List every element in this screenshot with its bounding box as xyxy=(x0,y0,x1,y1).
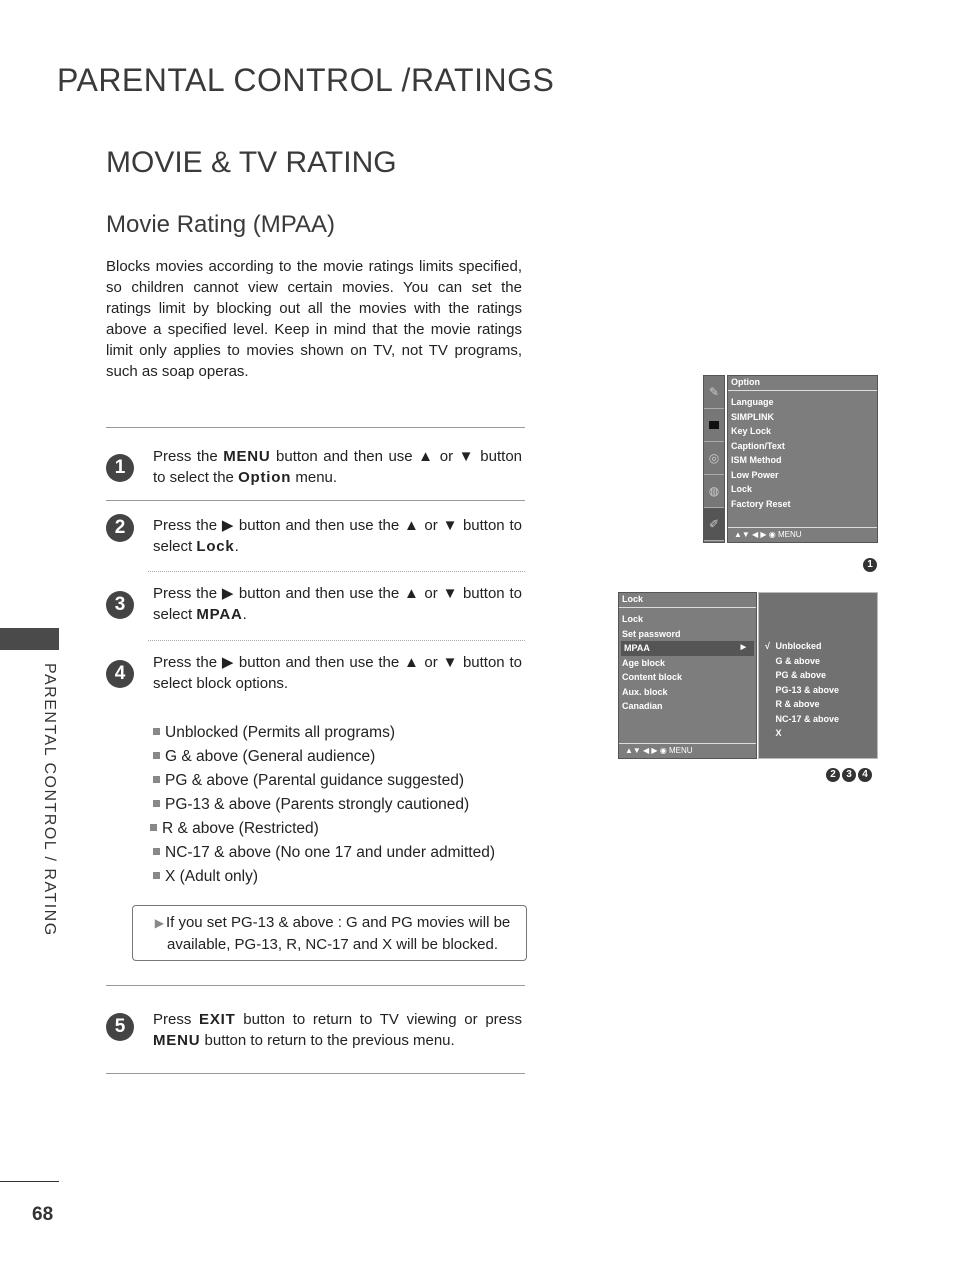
step-badge: 4 xyxy=(858,768,872,782)
osd-title: Option xyxy=(728,376,877,391)
divider xyxy=(148,571,525,572)
osd-menu-item[interactable]: Factory Reset xyxy=(728,497,877,512)
step-4-text: Press the ▶ button and then use the ▲ or… xyxy=(153,654,522,692)
list-item: PG & above (Parental guidance suggested) xyxy=(153,769,495,793)
osd-menu-item-selected[interactable]: MPAA ▶ xyxy=(621,641,754,656)
option-tools-icon: ✐ xyxy=(704,508,724,541)
speaker-icon: ◎ xyxy=(704,442,724,475)
osd-step-badges: 2 3 4 xyxy=(826,768,872,782)
osd-submenu-item[interactable]: R & above xyxy=(765,697,839,712)
divider xyxy=(148,640,525,641)
osd-menu-item[interactable]: Caption/Text xyxy=(728,439,877,454)
section-title: MOVIE & TV RATING xyxy=(106,146,397,179)
osd-submenu-item[interactable]: NC-17 & above xyxy=(765,712,840,727)
osd-menu-item[interactable]: ISM Method xyxy=(728,453,877,468)
osd-nav-hint: ▲▼ ◀ ▶ ◉ MENU xyxy=(728,527,877,542)
step-number: 3 xyxy=(106,591,134,619)
osd-menu-item[interactable]: Canadian xyxy=(619,699,756,714)
triangle-right-icon: ▶ xyxy=(154,916,164,930)
step-badge: 1 xyxy=(863,558,877,572)
clock-icon: ◍ xyxy=(704,475,724,508)
list-item: NC-17 & above (No one 17 and under admit… xyxy=(153,841,495,865)
step-badge: 3 xyxy=(842,768,856,782)
bullet-icon xyxy=(153,848,160,855)
mpaa-label: MPAA xyxy=(196,606,243,623)
divider xyxy=(106,985,525,986)
osd-submenu-item[interactable]: PG-13 & above xyxy=(765,683,840,698)
osd-lock-panel: Lock Lock Set password MPAA ▶ Age block C… xyxy=(618,592,757,759)
osd-icon-bar: ✎ ◎ ◍ ✐ xyxy=(703,375,725,543)
note-text: If you set PG-13 & above : G and PG movi… xyxy=(165,914,511,953)
bullet-icon xyxy=(153,728,160,735)
list-item: G & above (General audience) xyxy=(153,745,495,769)
osd-menu-item[interactable]: Low Power xyxy=(728,468,877,483)
osd-nav-hint: ▲▼ ◀ ▶ ◉ MENU xyxy=(619,743,756,758)
osd-menu-item[interactable]: Language xyxy=(728,395,877,410)
osd-menu-item[interactable]: Set password xyxy=(619,627,756,642)
divider xyxy=(106,500,525,501)
step-2-text: Press the ▶ button and then use the ▲ or… xyxy=(153,517,522,555)
osd-menu-item[interactable]: Key Lock xyxy=(728,424,877,439)
menu-key-label: MENU xyxy=(223,448,271,465)
side-tab-marker xyxy=(0,628,59,650)
step-badge: 2 xyxy=(826,768,840,782)
bullet-icon xyxy=(153,872,160,879)
osd-submenu-item[interactable]: G & above xyxy=(765,654,839,669)
osd-menu-item[interactable]: Lock xyxy=(728,482,877,497)
osd-menu-item[interactable]: SIMPLINK xyxy=(728,410,877,425)
bullet-icon xyxy=(153,776,160,783)
step-number: 4 xyxy=(106,660,134,688)
page-number: 68 xyxy=(32,1204,54,1225)
divider xyxy=(0,1181,59,1182)
list-item: Unblocked (Permits all programs) xyxy=(153,721,495,745)
osd-submenu-item-checked[interactable]: √ Unblocked xyxy=(765,639,839,654)
osd-submenu-item[interactable]: PG & above xyxy=(765,668,839,683)
bullet-icon xyxy=(150,824,157,831)
block-options-list: Unblocked (Permits all programs) G & abo… xyxy=(150,721,495,889)
checkmark-icon: √ xyxy=(765,641,770,651)
step-5-text: Press EXIT button to return to TV viewin… xyxy=(153,1011,523,1049)
lock-menu-label: Lock xyxy=(196,538,235,555)
step-number: 2 xyxy=(106,514,134,542)
osd-submenu-item[interactable]: X xyxy=(765,726,839,741)
intro-paragraph: Blocks movies according to the movie rat… xyxy=(106,258,522,380)
osd-option-menu: ✎ ◎ ◍ ✐ Option Language SIMPLINK Key Loc… xyxy=(703,375,878,543)
step-number: 1 xyxy=(106,454,134,482)
step-1-text: Press the MENU button and then use ▲ or … xyxy=(153,448,523,486)
divider xyxy=(106,427,525,428)
osd-menu-item[interactable]: Lock xyxy=(619,612,756,627)
step-number: 5 xyxy=(106,1013,134,1041)
osd-step-badges: 1 xyxy=(863,558,877,572)
osd-menu-item[interactable]: Aux. block xyxy=(619,685,756,700)
menu-key-label: MENU xyxy=(153,1032,201,1049)
picture-icon xyxy=(704,409,724,442)
list-item: X (Adult only) xyxy=(153,865,495,889)
list-item: R & above (Restricted) xyxy=(150,817,495,841)
arrow-right-icon: ▶ xyxy=(740,644,746,651)
note-box: ▶ If you set PG-13 & above : G and PG mov… xyxy=(132,905,527,961)
bullet-icon xyxy=(153,752,160,759)
osd-mpaa-submenu: √ Unblocked G & above PG & above PG-13 &… xyxy=(758,592,878,759)
option-menu-label: Option xyxy=(238,469,292,486)
exit-key-label: EXIT xyxy=(199,1011,236,1028)
sub-title: Movie Rating (MPAA) xyxy=(106,211,335,238)
osd-title: Lock xyxy=(619,593,756,608)
bullet-icon xyxy=(153,800,160,807)
main-title: PARENTAL CONTROL /RATINGS xyxy=(57,62,555,98)
side-section-label: PARENTAL CONTROL / RATING xyxy=(41,663,58,937)
list-item: PG-13 & above (Parents strongly cautione… xyxy=(153,793,495,817)
osd-menu-item[interactable]: Content block xyxy=(619,670,756,685)
osd-menu-item[interactable]: Age block xyxy=(619,656,756,671)
antenna-icon: ✎ xyxy=(704,376,724,409)
divider xyxy=(106,1073,525,1074)
osd-lock-menu: Lock Lock Set password MPAA ▶ Age block C… xyxy=(618,592,878,759)
osd-option-panel: Option Language SIMPLINK Key Lock Captio… xyxy=(727,375,878,543)
step-3-text: Press the ▶ button and then use the ▲ or… xyxy=(153,585,522,623)
